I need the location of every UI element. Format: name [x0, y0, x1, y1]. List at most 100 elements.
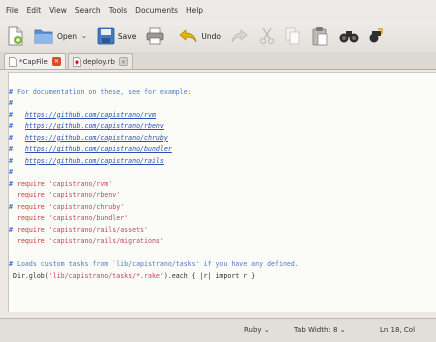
open-label: Open [57, 31, 78, 41]
tab-label: *CapFile [19, 57, 48, 66]
code-text: https://github.com/capistrano/chruby [13, 133, 168, 144]
token-str: 'capistrano/rvm' [44, 179, 113, 188]
code-line: require 'capistrano/rails/migrations' [9, 236, 436, 247]
code-text: https://github.com/capistrano/rails [13, 156, 164, 167]
code-line: # Loads custom tasks from `lib/capistran… [9, 259, 436, 270]
code-text: require 'capistrano/rbenv' [13, 190, 120, 201]
token-str: 'capistrano/rails/migrations' [44, 237, 164, 245]
menu-file[interactable]: File [6, 6, 19, 15]
code-line: require 'capistrano/rbenv' [9, 190, 436, 201]
token-kw: require [13, 237, 45, 245]
menubar: File Edit View Search Tools Documents He… [0, 0, 436, 20]
token-str: 'lib/capistrano/tasks/*.rake' [48, 271, 164, 280]
token-plain: ).each { |r| import r } [163, 271, 256, 280]
text-file-icon [9, 56, 17, 67]
code-text: https://github.com/capistrano/rbenv [13, 121, 164, 132]
token-comment [13, 134, 25, 142]
tab-deploy-rb[interactable]: deploy.rb ✕ [67, 53, 133, 69]
token-str: 'capistrano/rbenv' [44, 191, 121, 199]
tab-capfile[interactable]: *CapFile ✕ [4, 53, 66, 69]
close-icon[interactable]: ✕ [118, 57, 128, 66]
print-button[interactable] [146, 27, 164, 45]
token-kw: require [13, 179, 45, 188]
code-line: # https://github.com/capistrano/bundler [9, 144, 436, 155]
code-line: # For documentation on these, see for ex… [9, 87, 436, 98]
code-line: # require 'capistrano/chruby' [9, 202, 436, 213]
redo-button[interactable] [231, 28, 249, 44]
token-kw: require [13, 225, 45, 234]
close-icon[interactable]: ✕ [51, 57, 61, 66]
new-button[interactable] [6, 26, 24, 46]
tab-width-selector[interactable]: Tab Width: 8 ⌄ [294, 326, 346, 334]
token-comment [13, 157, 25, 165]
token-comment [13, 111, 25, 119]
code-line: Dir.glob('lib/capistrano/tasks/*.rake').… [9, 271, 436, 282]
find-button[interactable] [339, 28, 359, 44]
code-text: require 'capistrano/rails/assets' [13, 225, 148, 236]
copy-button[interactable] [285, 27, 301, 45]
token-link[interactable]: https://github.com/capistrano/bundler [25, 145, 172, 153]
menu-view[interactable]: View [49, 6, 67, 15]
chevron-down-icon[interactable]: ⌄ [81, 32, 87, 40]
code-line: # https://github.com/capistrano/rvm [9, 110, 436, 121]
token-link[interactable]: https://github.com/capistrano/rails [25, 157, 164, 165]
token-link[interactable]: https://github.com/capistrano/rbenv [25, 122, 164, 130]
save-button[interactable]: Save [97, 27, 136, 45]
save-label: Save [117, 31, 137, 41]
token-link[interactable]: https://github.com/capistrano/rvm [25, 111, 156, 119]
tab-bar: *CapFile ✕ deploy.rb ✕ [0, 52, 436, 70]
replace-button[interactable] [369, 28, 383, 44]
redo-icon [231, 29, 248, 43]
cut-button[interactable] [259, 27, 275, 45]
paste-icon [312, 27, 328, 46]
undo-button[interactable]: Undo [178, 28, 221, 44]
menu-edit[interactable]: Edit [27, 6, 42, 15]
text-editor[interactable]: # For documentation on these, see for ex… [8, 72, 436, 312]
menu-tools[interactable]: Tools [109, 6, 127, 15]
code-line: # [9, 167, 436, 178]
scissors-icon [259, 27, 275, 45]
menu-search[interactable]: Search [75, 6, 101, 15]
token-plain: Dir.glob( [13, 271, 49, 280]
token-str: 'capistrano/bundler' [44, 214, 129, 222]
code-text: require 'capistrano/rvm' [13, 179, 112, 190]
toolbar: Open ⌄ Save Undo [0, 20, 436, 52]
tab-label: deploy.rb [82, 57, 115, 66]
tab-width-label: Tab Width: 8 [294, 326, 338, 334]
token-comment: For documentation on these, see for exam… [13, 87, 192, 96]
code-text: require 'capistrano/rails/migrations' [13, 236, 164, 247]
token-comment [13, 122, 25, 130]
code-text: require 'capistrano/chruby' [13, 202, 124, 213]
gedit-window: File Edit View Search Tools Documents He… [0, 0, 436, 342]
chevron-down-icon: ⌄ [263, 326, 270, 334]
menu-help[interactable]: Help [186, 6, 203, 15]
code-line: # https://github.com/capistrano/chruby [9, 133, 436, 144]
cursor-position: Ln 18, Col [380, 326, 416, 334]
comment-marker: # [9, 168, 13, 176]
code-text: For documentation on these, see for exam… [13, 87, 192, 98]
statusbar: Ruby ⌄ Tab Width: 8 ⌄ Ln 18, Col [0, 318, 436, 342]
undo-icon [179, 29, 197, 43]
open-button[interactable]: Open ⌄ [34, 27, 87, 45]
code-text: Loads custom tasks from `lib/capistrano/… [13, 259, 299, 270]
code-text: https://github.com/capistrano/bundler [13, 144, 172, 155]
find-replace-icon [369, 28, 383, 43]
binoculars-icon [339, 31, 359, 43]
new-document-icon [8, 26, 23, 46]
chevron-down-icon: ⌄ [339, 326, 346, 334]
undo-label: Undo [201, 31, 221, 41]
code-line: # https://github.com/capistrano/rbenv [9, 121, 436, 132]
code-line: # [9, 98, 436, 109]
token-link[interactable]: https://github.com/capistrano/chruby [25, 134, 168, 142]
code-line: # require 'capistrano/rails/assets' [9, 225, 436, 236]
paste-button[interactable] [311, 26, 329, 46]
menu-documents[interactable]: Documents [135, 6, 178, 15]
token-comment [13, 145, 25, 153]
token-str: 'capistrano/rails/assets' [44, 225, 148, 234]
ruby-file-icon [72, 56, 81, 67]
language-selector[interactable]: Ruby ⌄ [244, 326, 270, 334]
code-line: # require 'capistrano/rvm' [9, 179, 436, 190]
comment-marker: # [9, 99, 13, 107]
